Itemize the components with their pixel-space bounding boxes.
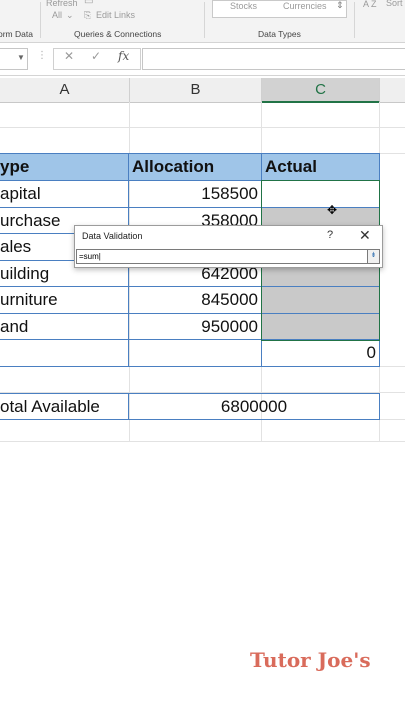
ribbon-divider [354,2,355,38]
formula-source-input[interactable]: =sum| [76,249,371,264]
currencies-button[interactable]: Currencies [283,1,327,11]
table-border [0,366,380,367]
move-cursor-icon: ✥ [327,203,338,217]
cell-type[interactable]: and [0,314,126,340]
formula-bar: ▼ ⋮ ✕ ✓ fx [0,43,405,76]
enter-icon[interactable]: ✓ [91,49,101,63]
cell-type[interactable]: apital [0,181,126,207]
stocks-button[interactable]: Stocks [230,1,257,11]
close-button[interactable]: ✕ [359,227,371,244]
formula-input[interactable] [142,48,405,70]
watermark: Tutor Joe's [250,648,371,672]
properties-icon: ▭ [84,0,94,7]
cell-allocation[interactable]: 158500 [130,181,258,207]
ribbon-divider [40,2,41,38]
chevron-down-icon: ⌄ [66,10,74,20]
group-label-queries: Queries & Connections [74,29,162,39]
cancel-icon[interactable]: ✕ [64,49,74,63]
column-header-d[interactable] [380,78,405,103]
group-label-from-data: orm Data [0,29,33,39]
gridline [0,441,405,442]
column-header-c[interactable]: C [262,78,380,103]
name-box[interactable]: ▼ [0,48,28,70]
header-actual[interactable]: Actual [265,154,377,180]
cell-total-actual[interactable]: 0 [262,340,376,366]
more-options-icon: ⋮ [37,50,47,61]
header-allocation[interactable]: Allocation [132,154,259,180]
summary-label[interactable]: otal Available [0,394,126,420]
cell-allocation[interactable]: 950000 [130,314,258,340]
fx-icon[interactable]: fx [118,49,129,63]
chevron-down-icon[interactable]: ▼ [17,53,25,62]
ribbon-divider [204,2,205,38]
column-header-b[interactable]: B [130,78,262,103]
column-header-a[interactable]: A [0,78,130,103]
expand-dialog-icon[interactable]: ⇟ [367,249,380,264]
refresh-all-label[interactable]: All [52,10,62,20]
sort-az-icon[interactable]: A Z [363,0,377,9]
help-button[interactable]: ? [327,229,333,241]
gallery-scroll-icon[interactable]: ⇕ [336,0,344,11]
gridline [0,127,405,128]
dialog-title: Data Validation [82,231,143,241]
cell-type[interactable]: urniture [0,287,126,313]
cell-allocation[interactable]: 845000 [130,287,258,313]
header-type[interactable]: ype [0,154,126,180]
edit-links-icon: ⎘ [84,10,92,20]
summary-border [379,393,380,420]
sort-button[interactable]: Sort [386,0,403,8]
refresh-all-button[interactable]: Refresh [46,0,78,8]
cell-actual[interactable] [262,181,378,207]
ribbon: Refresh All ⌄ ▭ ⎘ Edit Links orm Data Qu… [0,0,405,43]
edit-links-button[interactable]: Edit Links [96,10,135,20]
data-validation-dialog: Data Validation ? ✕ =sum| ⇟ [74,225,383,268]
summary-value[interactable]: 6800000 [129,394,379,420]
group-label-data-types: Data Types [258,29,301,39]
